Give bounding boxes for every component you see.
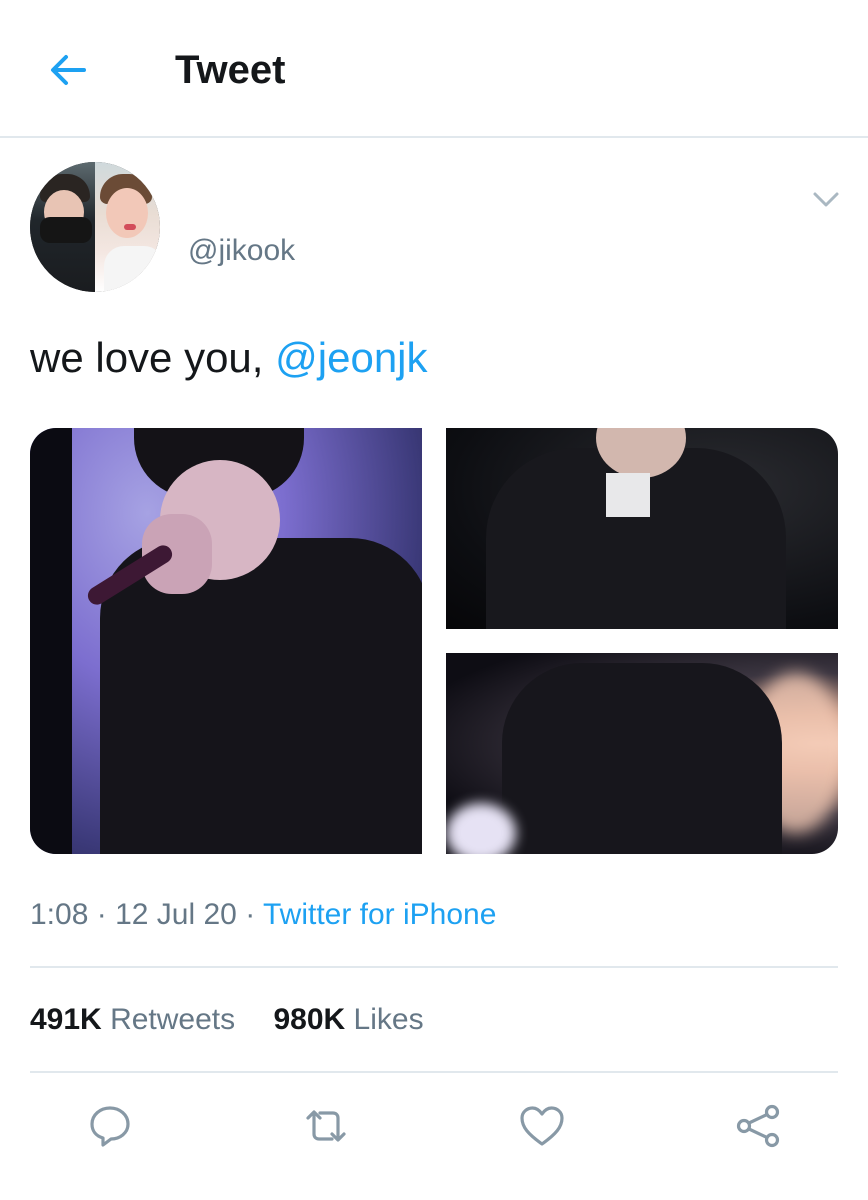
tweet-photo-3[interactable]: [446, 653, 838, 854]
tweet-stats: 491K Retweets 980K Likes: [30, 1000, 424, 1040]
divider: [30, 966, 838, 968]
tweet-photo-1[interactable]: [30, 428, 422, 854]
page-title: Tweet: [175, 48, 286, 92]
divider: [30, 1071, 838, 1073]
tweet-source-link[interactable]: Twitter for iPhone: [263, 898, 496, 931]
meta-separator: ·: [96, 898, 107, 931]
likes-count: 980K: [273, 1003, 346, 1036]
heart-icon: [520, 1106, 564, 1146]
likes-label: Likes: [353, 1003, 424, 1036]
back-button[interactable]: [44, 46, 92, 94]
retweet-icon: [306, 1110, 346, 1142]
share-button[interactable]: [734, 1102, 782, 1150]
tweet-text-body: we love you,: [30, 334, 276, 381]
tweet-date: 12 Jul 20: [115, 898, 237, 931]
mention-link[interactable]: @jeonjk: [275, 334, 427, 381]
media-grid: [30, 428, 838, 854]
arrow-left-icon: [51, 55, 86, 85]
retweets-count: 491K: [30, 1003, 102, 1036]
chevron-down-icon: [813, 192, 839, 207]
reply-button[interactable]: [86, 1102, 134, 1150]
likes-stat[interactable]: 980K Likes: [273, 1000, 423, 1040]
share-icon: [736, 1104, 780, 1148]
meta-separator: ·: [245, 898, 256, 931]
tweet-text: we love you, @jeonjk: [30, 333, 428, 383]
retweets-stat[interactable]: 491K Retweets: [30, 1000, 235, 1040]
reply-icon: [90, 1106, 130, 1147]
more-options-button[interactable]: [810, 185, 842, 213]
retweets-label: Retweets: [110, 1003, 236, 1036]
tweet-time: 1:08: [30, 898, 89, 931]
like-button[interactable]: [518, 1102, 566, 1150]
top-bar: Tweet: [0, 0, 868, 138]
retweet-button[interactable]: [302, 1102, 350, 1150]
avatar[interactable]: [30, 162, 160, 292]
tweet-photo-2[interactable]: [446, 428, 838, 629]
tweet-meta: 1:08 · 12 Jul 20 · Twitter for iPhone: [30, 895, 496, 935]
author-handle[interactable]: @jikook: [188, 233, 295, 269]
